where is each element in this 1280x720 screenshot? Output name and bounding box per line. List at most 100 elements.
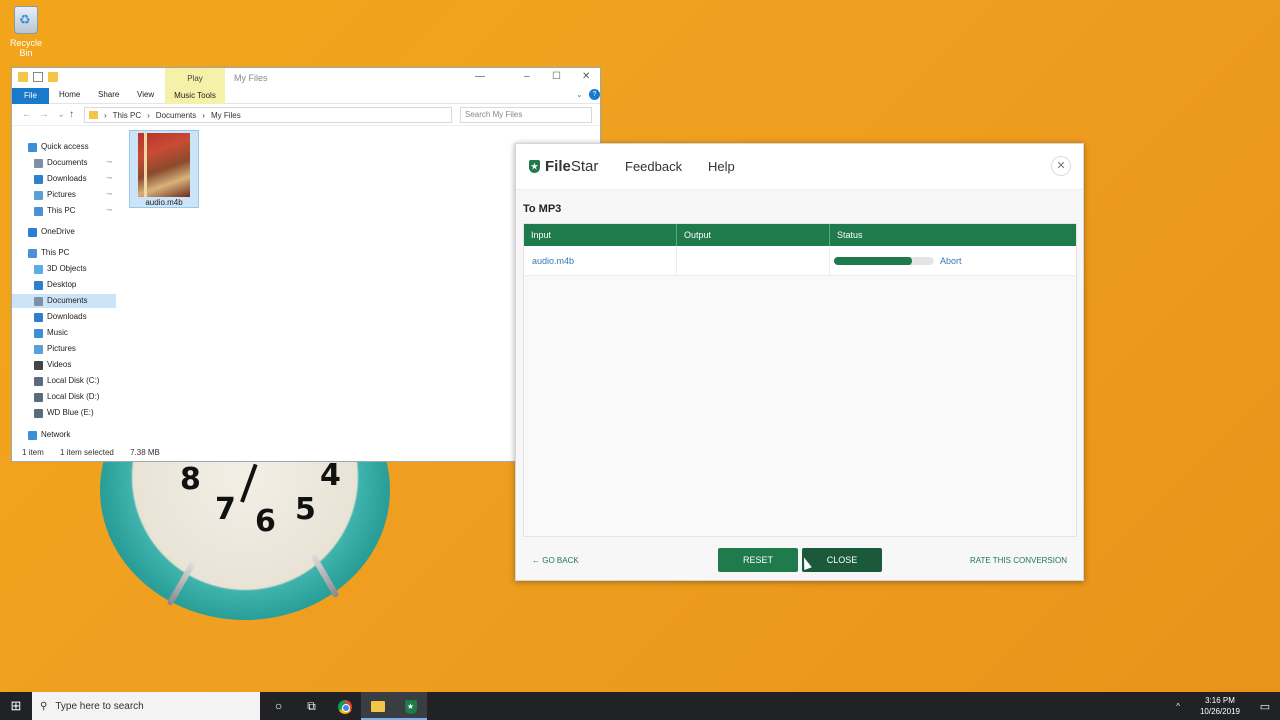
filestar-header: ★ File Star Feedback Help ✕ [516, 144, 1083, 190]
start-button[interactable]: ⊞ [0, 692, 32, 720]
sidebar-item-label: Network [41, 430, 71, 439]
nav-feedback[interactable]: Feedback [625, 159, 682, 174]
breadcrumb-this-pc[interactable]: This PC [113, 111, 141, 120]
up-arrow-icon[interactable]: ↑ [69, 109, 74, 120]
sidebar-item[interactable]: 3D Objects [12, 262, 116, 276]
rate-conversion-link[interactable]: RATE THIS CONVERSION [970, 556, 1067, 565]
sidebar-item[interactable]: Quick access [12, 140, 116, 154]
arrow-left-icon: ← [532, 556, 540, 565]
address-bar: ← → ⌄ ↑ › This PC › Documents › My Files… [12, 104, 600, 126]
row-output [677, 246, 830, 275]
pin-icon: ⊸ [106, 207, 112, 214]
sidebar-item[interactable]: Downloads ⊸ [12, 172, 116, 186]
clock-number: 4 [320, 458, 341, 493]
sidebar-item-label: Pictures [47, 344, 76, 353]
row-input-file[interactable]: audio.m4b [524, 246, 677, 275]
sidebar-item[interactable]: Videos [12, 358, 116, 372]
close-button[interactable]: CLOSE [802, 548, 882, 572]
play-context-tab[interactable]: Play [165, 68, 225, 88]
help-icon[interactable]: ? [589, 89, 600, 100]
notification-icon[interactable]: ▭ [1250, 700, 1280, 713]
chrome-taskbar-button[interactable] [328, 692, 361, 720]
file-explorer-window: Play My Files — – ☐ ✕ File Home Share Vi… [11, 67, 601, 462]
sidebar-item[interactable]: Local Disk (C:) [12, 374, 116, 388]
filestar-taskbar-button[interactable]: ★ [394, 692, 427, 720]
window-minimize-button[interactable]: — [475, 71, 485, 82]
cloud-icon [28, 227, 37, 237]
sidebar-item[interactable]: Pictures ⊸ [12, 188, 116, 202]
conversion-title: To MP3 [523, 203, 562, 215]
tray-chevron-icon[interactable]: ^ [1176, 702, 1180, 711]
pictures-icon [34, 344, 43, 354]
pc-icon [34, 206, 43, 216]
sidebar-item-label: Downloads [47, 312, 87, 321]
nav-help[interactable]: Help [708, 159, 735, 174]
cube-icon [34, 264, 43, 274]
back-arrow-icon[interactable]: ← [22, 109, 32, 120]
status-item-count: 1 item [22, 448, 44, 457]
new-folder-icon[interactable] [48, 72, 58, 82]
status-size: 7.38 MB [130, 448, 160, 457]
video-icon [34, 360, 43, 370]
breadcrumb-documents[interactable]: Documents [156, 111, 196, 120]
dialog-close-icon[interactable]: ✕ [1051, 156, 1071, 176]
cortana-icon[interactable]: ○ [262, 692, 295, 720]
ribbon-tab-home[interactable]: Home [59, 90, 80, 99]
sidebar-item[interactable]: Documents ⊸ [12, 156, 116, 170]
taskbar-clock[interactable]: 3:16 PM 10/26/2019 [1190, 695, 1250, 717]
ribbon-tab-view[interactable]: View [137, 90, 154, 99]
abort-link[interactable]: Abort [940, 256, 962, 266]
window-minimize-button[interactable]: – [524, 71, 530, 82]
sidebar-item[interactable]: Local Disk (D:) [12, 390, 116, 404]
recycle-bin[interactable]: Recycle Bin [4, 6, 48, 58]
sidebar-item-label: This PC [47, 206, 76, 215]
drive-icon [34, 376, 43, 386]
ribbon-tab-share[interactable]: Share [98, 90, 119, 99]
sidebar-item-label: Pictures [47, 190, 76, 199]
sidebar-item-label: Quick access [41, 142, 89, 151]
ribbon-tab-file[interactable]: File [12, 88, 49, 104]
sidebar-item[interactable]: Pictures [12, 342, 116, 356]
sidebar-item[interactable]: This PC ⊸ [12, 204, 116, 218]
sidebar-item-label: Local Disk (C:) [47, 376, 100, 385]
window-close-button[interactable]: ✕ [582, 71, 590, 82]
reset-button[interactable]: RESET [718, 548, 798, 572]
sidebar-item[interactable]: Desktop [12, 278, 116, 292]
status-selected: 1 item selected [60, 448, 114, 457]
column-output: Output [677, 224, 830, 246]
sidebar-item[interactable]: OneDrive [12, 225, 116, 239]
filestar-dialog: ★ File Star Feedback Help ✕ To MP3 Input … [515, 143, 1084, 581]
sidebar-item[interactable]: WD Blue (E:) [12, 406, 116, 420]
window-maximize-button[interactable]: ☐ [552, 71, 561, 82]
go-back-button[interactable]: ← GO BACK [532, 556, 579, 565]
file-explorer-taskbar-button[interactable] [361, 692, 394, 720]
folder-icon [370, 701, 385, 713]
forward-arrow-icon[interactable]: → [39, 109, 49, 120]
filestar-icon: ★ [404, 699, 417, 714]
sidebar-item[interactable]: Downloads [12, 310, 116, 324]
sidebar-item[interactable]: Documents [12, 294, 116, 308]
file-item[interactable]: audio.m4b [129, 130, 199, 208]
folder-icon[interactable] [18, 72, 28, 82]
sidebar-item[interactable]: Network [12, 428, 116, 442]
pictures-icon [34, 190, 43, 200]
recent-chevron-icon[interactable]: ⌄ [57, 109, 65, 120]
pin-icon: ⊸ [106, 159, 112, 166]
chrome-icon [337, 699, 352, 714]
explorer-search-input[interactable]: Search My Files [460, 107, 592, 123]
sidebar-item-label: Documents [47, 296, 88, 305]
taskbar-search-box[interactable]: ⚲ Type here to search [32, 692, 260, 720]
sidebar-item[interactable]: This PC [12, 246, 116, 260]
windows-logo-icon: ⊞ [10, 698, 22, 713]
address-path[interactable]: › This PC › Documents › My Files [84, 107, 452, 123]
ribbon-expand-icon[interactable]: ⌄ [576, 90, 583, 99]
properties-icon[interactable] [33, 72, 43, 82]
task-view-icon[interactable]: ⧉ [295, 692, 328, 720]
table-row: audio.m4b Abort [524, 246, 1076, 276]
search-icon: ⚲ [40, 700, 48, 712]
sidebar-item-label: Documents [47, 158, 88, 167]
taskbar-search-placeholder: Type here to search [55, 700, 144, 712]
ribbon-tab-music-tools[interactable]: Music Tools [165, 88, 225, 104]
breadcrumb-my-files[interactable]: My Files [211, 111, 241, 120]
sidebar-item[interactable]: Music [12, 326, 116, 340]
